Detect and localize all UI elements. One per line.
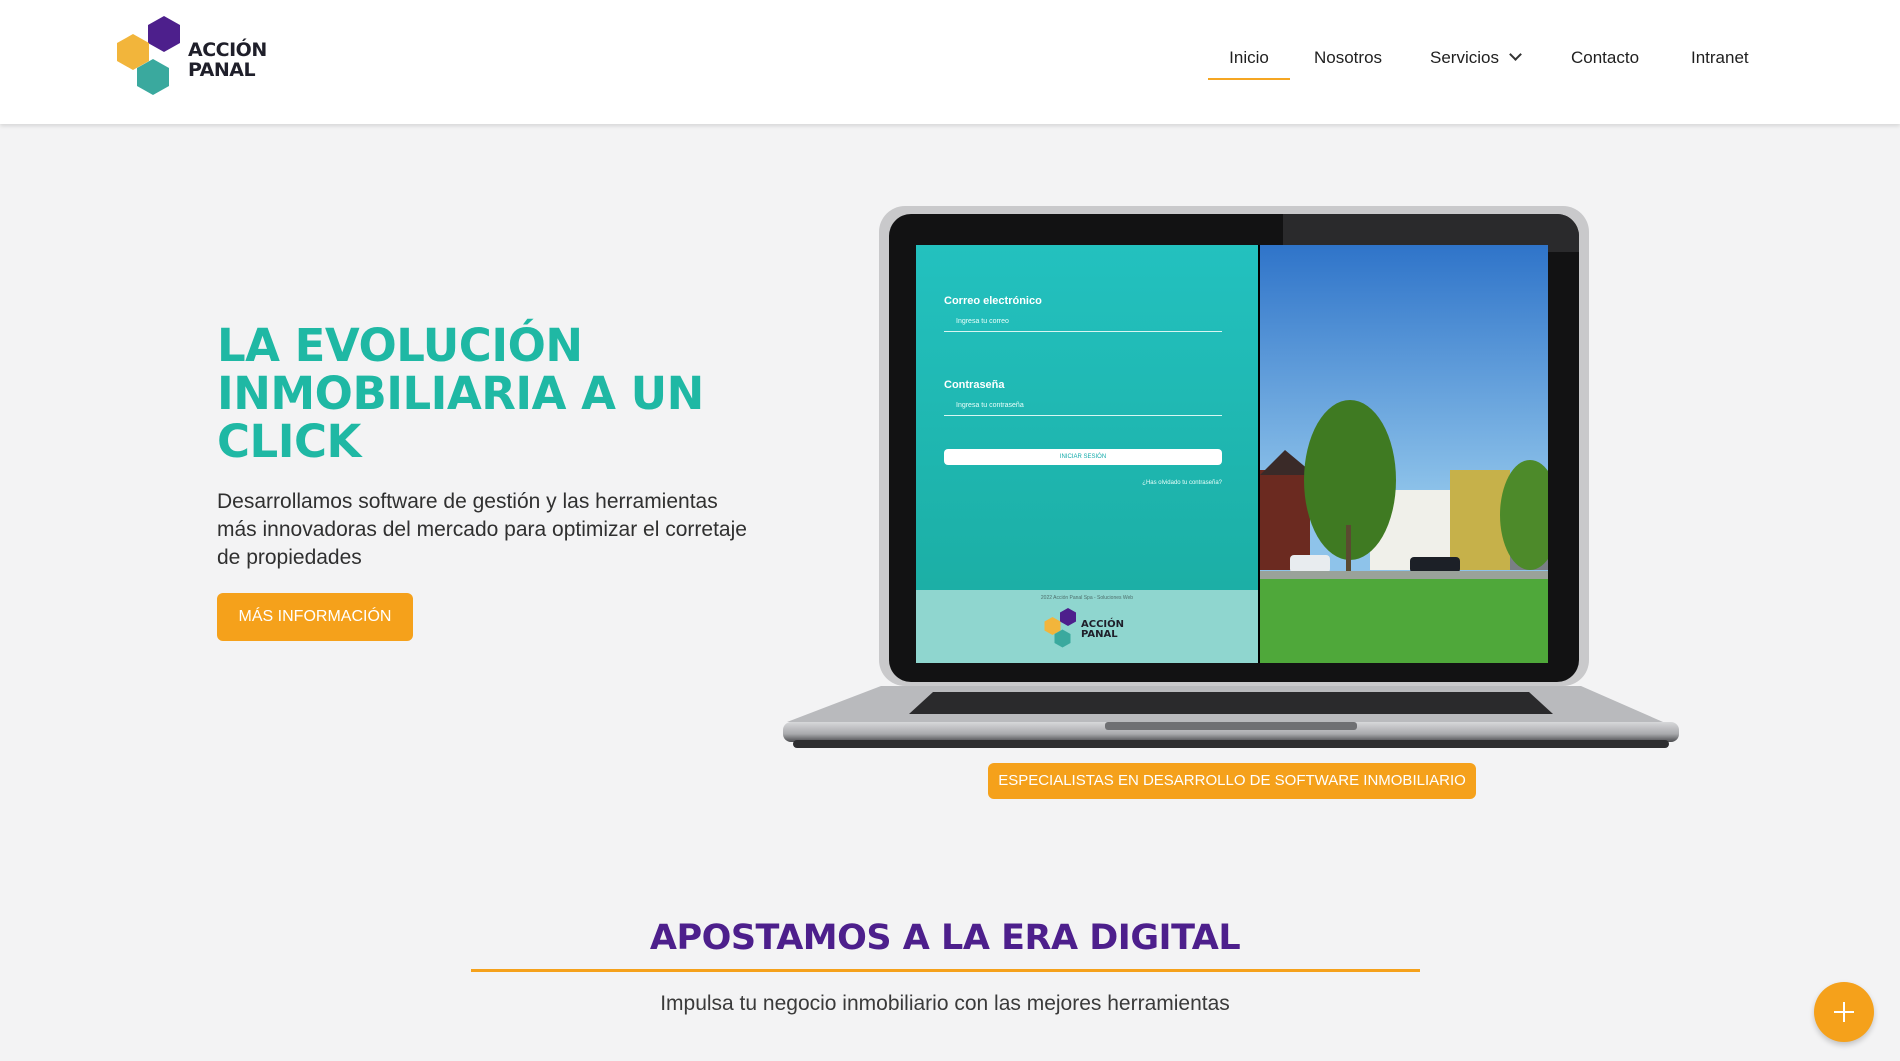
mockup-forgot-link: ¿Has olvidado tu contraseña?: [1142, 480, 1222, 486]
mockup-login-panel: Correo electrónico Ingresa tu correo Con…: [916, 245, 1258, 663]
mockup-login-button: INICIAR SESIÓN: [944, 449, 1222, 465]
mockup-password-label: Contraseña: [944, 379, 1005, 391]
nav-item-label: Servicios: [1430, 48, 1499, 67]
nav-item-label: Nosotros: [1314, 48, 1383, 67]
mockup-password-placeholder: Ingresa tu contraseña: [956, 402, 1024, 409]
mockup-email-placeholder: Ingresa tu correo: [956, 318, 1009, 325]
nav-item-servicios[interactable]: Servicios: [1430, 40, 1522, 80]
mockup-email-underline: [944, 331, 1222, 332]
nav-item-label: Intranet: [1691, 48, 1749, 67]
laptop-mockup: Correo electrónico Ingresa tu correo Con…: [783, 206, 1679, 754]
mockup-logo-icon: [1044, 608, 1076, 648]
section-title: APOSTAMOS A LA ERA DIGITAL: [649, 918, 1241, 958]
nav-item-nosotros[interactable]: Nosotros: [1314, 40, 1382, 80]
brand-logo[interactable]: ACCIÓN PANAL: [112, 14, 272, 106]
section-subtitle: Impulsa tu negocio inmobiliario con las …: [660, 992, 1230, 1015]
nav-item-contacto[interactable]: Contacto: [1571, 40, 1639, 80]
hero-subtitle: Desarrollamos software de gestión y las …: [217, 490, 747, 569]
nav-item-intranet[interactable]: Intranet: [1691, 40, 1749, 80]
mockup-logo-line2: PANAL: [1081, 629, 1118, 640]
more-info-button[interactable]: MÁS INFORMACIÓN: [217, 593, 413, 641]
laptop-base: [783, 686, 1679, 748]
mockup-logo-text: ACCIÓN PANAL: [1081, 620, 1124, 640]
site-header: ACCIÓN PANAL Inicio Nosotros Servicios C…: [0, 0, 1900, 124]
mockup-copyright: 2022 Acción Panal Spa - Soluciones Web: [1040, 595, 1134, 601]
nav-item-inicio[interactable]: Inicio: [1208, 40, 1290, 80]
laptop-screen: Correo electrónico Ingresa tu correo Con…: [916, 245, 1548, 663]
brand-name-line1: ACCIÓN: [188, 39, 267, 61]
specialists-badge[interactable]: ESPECIALISTAS EN DESARROLLO DE SOFTWARE …: [988, 763, 1476, 799]
brand-name: ACCIÓN PANAL: [188, 40, 267, 80]
chevron-down-icon: [1509, 48, 1522, 61]
mockup-email-label: Correo electrónico: [944, 295, 1042, 307]
plus-icon[interactable]: [1814, 982, 1874, 1042]
mockup-password-underline: [944, 415, 1222, 416]
hero-title: LA EVOLUCIÓN INMOBILIARIA A UN CLICK: [217, 319, 704, 468]
hexagon-logo-icon: [117, 16, 180, 95]
nav-item-label: Inicio: [1229, 48, 1269, 67]
mockup-house-photo: [1260, 245, 1548, 663]
section-divider: [471, 969, 1420, 972]
brand-name-line2: PANAL: [188, 59, 256, 81]
nav-item-label: Contacto: [1571, 48, 1640, 67]
